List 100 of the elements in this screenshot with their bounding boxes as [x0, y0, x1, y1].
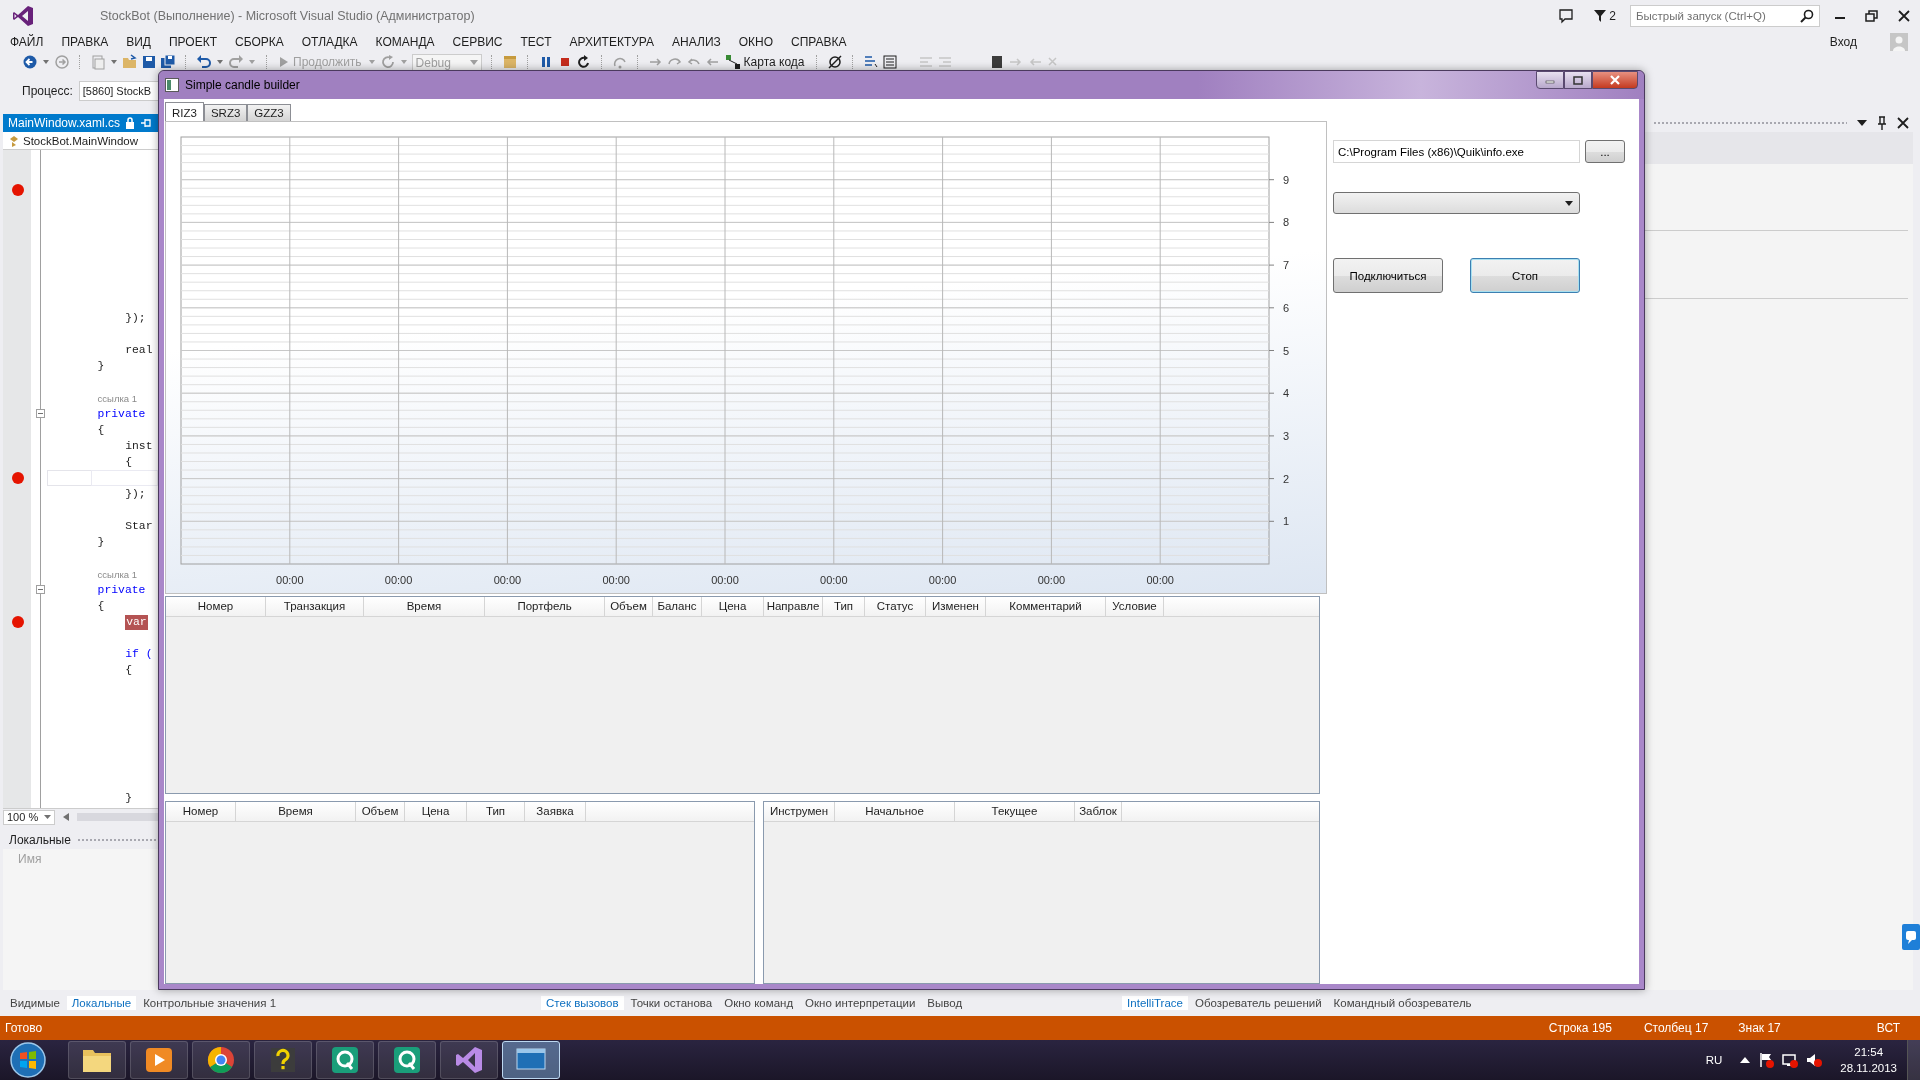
redo-icon[interactable]	[228, 54, 244, 70]
pin-icon[interactable]	[1877, 116, 1887, 130]
dropdown-caret-icon	[469, 60, 478, 66]
class-icon	[8, 134, 20, 147]
close-icon[interactable]	[1897, 117, 1909, 129]
document-tab[interactable]: MainWindow.xaml.cs	[3, 114, 158, 132]
refresh-icon[interactable]	[379, 54, 396, 70]
column-header[interactable]: Портфель	[485, 597, 605, 616]
panel-tab[interactable]: Контрольные значения 1	[138, 996, 282, 1010]
y-axis-label: 7	[1283, 259, 1290, 272]
start-button-icon[interactable]	[8, 1040, 48, 1080]
menu-item[interactable]: ПРАВКА	[61, 35, 109, 49]
column-header[interactable]: Время	[364, 597, 485, 616]
file-path-field[interactable]: C:\Program Files (x86)\Quik\info.exe	[1333, 140, 1580, 163]
feedback-icon[interactable]	[1558, 8, 1575, 24]
column-header[interactable]: Тип	[467, 802, 525, 821]
column-header[interactable]: Условие	[1106, 597, 1164, 616]
menu-item[interactable]: ОТЛАДКА	[301, 35, 358, 49]
column-header[interactable]: Инструмен	[764, 802, 835, 821]
panel-tab[interactable]: Вывод	[922, 996, 968, 1010]
column-header[interactable]: Текущее	[955, 802, 1075, 821]
breakpoint-icon[interactable]	[12, 472, 24, 484]
menu-item[interactable]: АРХИТЕКТУРА	[569, 35, 655, 49]
volume-muted-icon[interactable]	[1806, 1052, 1823, 1068]
navigation-dropdown[interactable]: StockBot.MainWindow	[3, 132, 158, 150]
back-icon[interactable]	[22, 54, 38, 70]
maximize-button[interactable]	[1564, 71, 1592, 89]
menu-item[interactable]: СПРАВКА	[791, 35, 847, 49]
horizontal-scrollbar[interactable]	[77, 813, 158, 821]
column-header[interactable]: Комментарий	[986, 597, 1106, 616]
sign-in-link[interactable]: Вход	[1829, 35, 1857, 49]
column-header[interactable]: Транзакция	[266, 597, 364, 616]
panel-tab[interactable]: Локальные	[66, 996, 137, 1010]
save-icon[interactable]	[141, 54, 157, 70]
undo-icon[interactable]	[196, 54, 212, 70]
menu-item[interactable]: ФАЙЛ	[10, 35, 44, 49]
notification-filter-button[interactable]: 2	[1594, 9, 1616, 23]
breakpoint-icon[interactable]	[12, 184, 24, 196]
save-all-icon[interactable]	[160, 54, 176, 70]
column-header[interactable]: Объем	[356, 802, 405, 821]
breakpoint-off-icon[interactable]	[826, 54, 843, 70]
menu-item[interactable]: АНАЛИЗ	[672, 35, 721, 49]
tab[interactable]: RIZ3	[165, 102, 204, 121]
panel-tab[interactable]: IntelliTrace	[1122, 996, 1188, 1010]
dropdown[interactable]	[1333, 192, 1580, 214]
collapse-icon[interactable]	[36, 585, 45, 594]
column-header[interactable]: Заявка	[525, 802, 586, 821]
menu-item[interactable]: ОКНО	[738, 35, 774, 49]
minimize-button[interactable]	[1536, 71, 1564, 89]
column-header[interactable]: Цена	[702, 597, 764, 616]
column-header[interactable]: Тип	[823, 597, 865, 616]
tab[interactable]: GZZ3	[247, 104, 291, 121]
side-tab-icon[interactable]	[1902, 924, 1920, 950]
column-header[interactable]: Заблок	[1075, 802, 1122, 821]
panel-tab[interactable]: Обозреватель решений	[1189, 996, 1327, 1010]
menu-item[interactable]: СЕРВИС	[452, 35, 503, 49]
column-header[interactable]: Объем	[605, 597, 653, 616]
scroll-left-icon[interactable]	[63, 813, 69, 821]
menu-item[interactable]: ТЕСТ	[520, 35, 552, 49]
panel-tab[interactable]: Точки останова	[625, 996, 718, 1010]
column-header[interactable]: Статус	[865, 597, 926, 616]
open-folder-icon[interactable]	[122, 54, 138, 70]
panel-tab[interactable]: Стек вызовов	[541, 996, 624, 1010]
code-map-button[interactable]: Карта кода	[723, 54, 807, 70]
panel-tab[interactable]: Командный обозреватель	[1328, 996, 1477, 1010]
column-header[interactable]: Время	[236, 802, 356, 821]
y-axis-label: 3	[1283, 429, 1290, 442]
column-header[interactable]: Изменен	[926, 597, 986, 616]
window-list-icon[interactable]	[881, 54, 898, 70]
collapse-icon[interactable]	[36, 409, 45, 418]
menu-item[interactable]: СБОРКА	[235, 35, 284, 49]
show-hidden-icons-icon[interactable]	[1740, 1056, 1751, 1064]
column-header[interactable]: Цена	[405, 802, 467, 821]
language-indicator[interactable]: RU	[1705, 1054, 1723, 1066]
panel-tab[interactable]: Видимые	[5, 996, 65, 1010]
column-header[interactable]: Начальное	[835, 802, 955, 821]
menu-item[interactable]: ПРОЕКТ	[168, 35, 217, 49]
restart-icon[interactable]	[575, 54, 592, 70]
quick-launch-field[interactable]: Быстрый запуск (Ctrl+Q)	[1630, 5, 1820, 27]
tab[interactable]: SRZ3	[203, 104, 248, 121]
dropdown-caret-icon[interactable]	[1857, 119, 1867, 127]
breakpoint-icon[interactable]	[12, 616, 24, 628]
close-button[interactable]	[1592, 71, 1638, 89]
menu-item[interactable]: КОМАНДА	[375, 35, 435, 49]
menu-item[interactable]: ВИД	[126, 35, 151, 49]
code-text: }	[125, 790, 133, 806]
column-header[interactable]: Направле	[764, 597, 823, 616]
column-header[interactable]: Номер	[166, 802, 236, 821]
column-header[interactable]: Баланс	[653, 597, 702, 616]
column-header[interactable]: Номер	[166, 597, 266, 616]
panel-tab[interactable]: Окно интерпретации	[800, 996, 921, 1010]
action-center-flag-icon[interactable]	[1758, 1052, 1775, 1068]
stop-button[interactable]: Стоп	[1470, 258, 1580, 293]
browse-button[interactable]: ...	[1585, 140, 1625, 163]
lock-icon	[125, 117, 136, 129]
connect-button[interactable]: Подключиться	[1333, 258, 1443, 293]
zoom-dropdown[interactable]: 100 %	[3, 809, 55, 825]
reference-count: ссылка 1	[97, 567, 138, 582]
network-icon[interactable]	[1782, 1052, 1799, 1068]
panel-tab[interactable]: Окно команд	[719, 996, 799, 1010]
